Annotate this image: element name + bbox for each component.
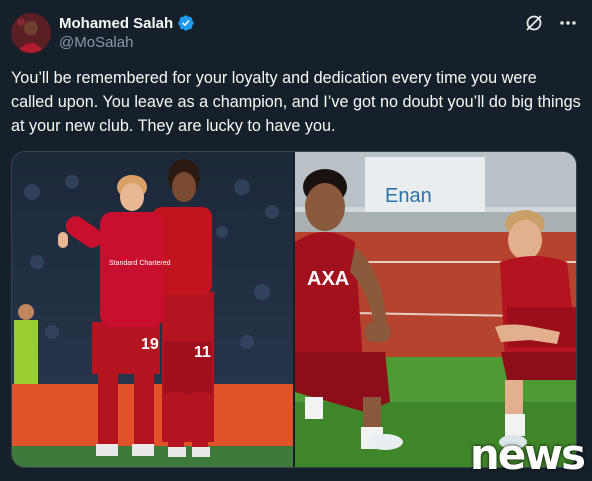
verified-badge-icon xyxy=(177,14,195,32)
shirt-sponsor-left: Standard Chartered xyxy=(109,260,171,267)
tweet-text: You’ll be remembered for your loyalty an… xyxy=(11,69,581,135)
shirt-number-right-player: 11 xyxy=(194,344,211,361)
author-display-name[interactable]: Mohamed Salah xyxy=(59,15,173,32)
media-photo-left[interactable]: 11 Standard Chartered 19 xyxy=(12,152,293,467)
tweet-card: Mohamed Salah @MoSalah You’ll be remembe… xyxy=(0,0,592,481)
tweet-media[interactable]: 11 Standard Chartered 19 Enan AXA xyxy=(11,151,577,468)
header-actions xyxy=(524,13,578,33)
author-name-row[interactable]: Mohamed Salah xyxy=(59,14,195,32)
more-options-icon[interactable] xyxy=(558,13,578,33)
shirt-number-left-player: 19 xyxy=(141,336,159,353)
avatar[interactable] xyxy=(11,13,51,53)
media-photo-right[interactable]: Enan AXA xyxy=(295,152,576,467)
author-handle[interactable]: @MoSalah xyxy=(59,34,133,51)
watermark-logo: news xyxy=(469,430,586,479)
shirt-sponsor-right: AXA xyxy=(307,268,349,290)
banner-text: Enan xyxy=(385,185,432,207)
grok-icon[interactable] xyxy=(524,13,544,33)
